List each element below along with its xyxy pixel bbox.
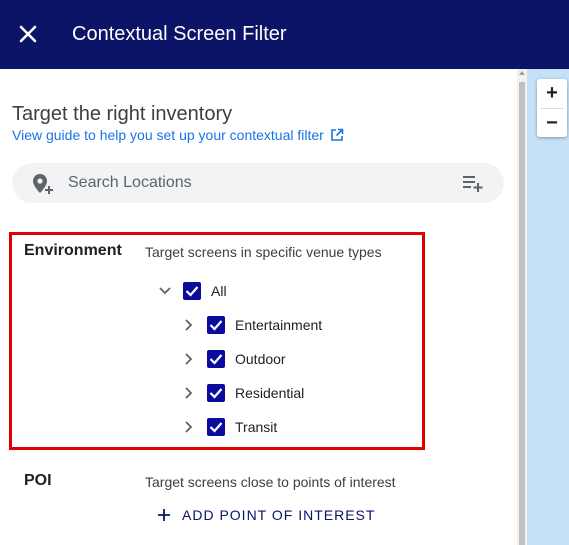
header-title: Contextual Screen Filter	[72, 23, 287, 45]
tree-label: Entertainment	[235, 317, 323, 333]
guide-link-text: View guide to help you set up your conte…	[12, 127, 324, 143]
check-icon	[185, 286, 199, 297]
map-area[interactable]: + −	[527, 69, 569, 545]
checkbox-transit[interactable]	[207, 418, 225, 436]
tree-label: Transit	[235, 419, 278, 435]
add-poi-label: ADD POINT OF INTEREST	[182, 507, 376, 523]
scrollbar[interactable]	[517, 69, 527, 545]
chevron-down-icon	[159, 287, 171, 295]
expand-toggle[interactable]	[177, 313, 201, 337]
guide-link[interactable]: View guide to help you set up your conte…	[12, 126, 344, 144]
caret-up-icon	[519, 71, 525, 75]
tree-item-residential: Residential	[177, 381, 304, 405]
expand-toggle[interactable]	[177, 347, 201, 371]
tree-item-transit: Transit	[177, 415, 277, 439]
zoom-controls: + −	[537, 79, 567, 137]
zoom-out-button[interactable]: −	[537, 109, 567, 138]
app-header: Contextual Screen Filter	[0, 0, 569, 69]
environment-label: Environment	[24, 242, 122, 259]
chevron-right-icon	[185, 319, 193, 331]
search-bar	[12, 163, 504, 203]
zoom-in-button[interactable]: +	[537, 79, 567, 108]
check-icon	[209, 388, 223, 399]
playlist-add-icon[interactable]	[462, 173, 484, 193]
filter-panel: Target the right inventory View guide to…	[0, 69, 517, 545]
environment-description: Target screens in specific venue types	[145, 244, 382, 260]
poi-description: Target screens close to points of intere…	[145, 474, 396, 490]
scroll-thumb[interactable]	[519, 82, 525, 545]
scroll-up-arrow[interactable]	[517, 71, 527, 79]
checkbox-residential[interactable]	[207, 384, 225, 402]
tree-item-outdoor: Outdoor	[177, 347, 286, 371]
location-pin-add-icon	[33, 174, 53, 194]
tree-label: All	[211, 283, 227, 299]
chevron-right-icon	[185, 353, 193, 365]
tree-item-all: All	[153, 279, 227, 303]
checkbox-entertainment[interactable]	[207, 316, 225, 334]
search-input[interactable]	[68, 173, 448, 193]
add-poi-button[interactable]: ADD POINT OF INTEREST	[158, 507, 375, 523]
check-icon	[209, 320, 223, 331]
checkbox-all[interactable]	[183, 282, 201, 300]
external-link-icon	[331, 128, 344, 141]
close-icon	[19, 25, 37, 43]
close-button[interactable]	[16, 22, 40, 46]
plus-icon	[158, 509, 170, 521]
poi-label: POI	[24, 472, 52, 489]
expand-toggle[interactable]	[153, 279, 177, 303]
chevron-right-icon	[185, 421, 193, 433]
tree-label: Outdoor	[235, 351, 286, 367]
expand-toggle[interactable]	[177, 381, 201, 405]
tree-label: Residential	[235, 385, 305, 401]
expand-toggle[interactable]	[177, 415, 201, 439]
page-heading: Target the right inventory	[12, 103, 233, 125]
check-icon	[209, 354, 223, 365]
check-icon	[209, 422, 223, 433]
chevron-right-icon	[185, 387, 193, 399]
tree-item-entertainment: Entertainment	[177, 313, 322, 337]
checkbox-outdoor[interactable]	[207, 350, 225, 368]
